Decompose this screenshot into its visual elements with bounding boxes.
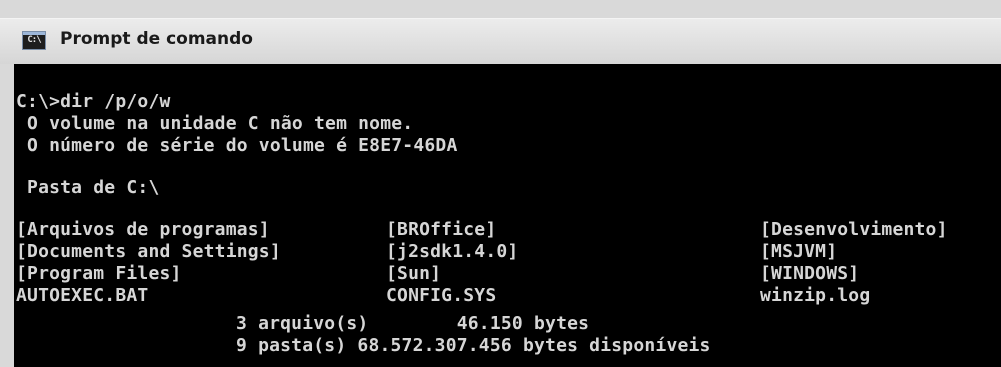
volume-info: O volume na unidade C não tem nome. (16, 113, 414, 134)
serial-info: O número de série do volume é E8E7-46DA (16, 135, 458, 156)
listing-entry: [WINDOWS] (760, 263, 860, 284)
listing-entry: [Documents and Settings] (16, 241, 281, 262)
command-prompt-icon: C:\ (22, 31, 46, 50)
command-prompt-window: C:\ Prompt de comando C:\>dir /p/o/w O v… (0, 0, 1001, 367)
listing-entry: [Program Files] (16, 263, 182, 284)
folder-info: Pasta de C:\ (16, 177, 160, 198)
listing-entry: [MSJVM] (760, 241, 838, 262)
command-line: C:\>dir /p/o/w (16, 91, 171, 112)
dirs-summary: 9 pasta(s) 68.572.307.456 bytes disponív… (236, 335, 711, 356)
listing-entry: [Arquivos de programas] (16, 219, 270, 240)
listing-entry: winzip.log (760, 285, 871, 306)
listing-entry: [Sun] (386, 263, 442, 284)
listing-entry: [j2sdk1.4.0] (386, 241, 519, 262)
listing-entry: AUTOEXEC.BAT (16, 285, 149, 306)
listing-entry: CONFIG.SYS (386, 285, 497, 306)
title-bar[interactable]: C:\ Prompt de comando (0, 18, 1001, 64)
listing-entry: [BROffice] (386, 219, 497, 240)
files-summary: 3 arquivo(s) 46.150 bytes (236, 313, 590, 334)
window-title: Prompt de comando (60, 29, 253, 49)
console-output[interactable]: C:\>dir /p/o/w O volume na unidade C não… (14, 64, 1001, 367)
listing-entry: [Desenvolvimento] (760, 219, 948, 240)
